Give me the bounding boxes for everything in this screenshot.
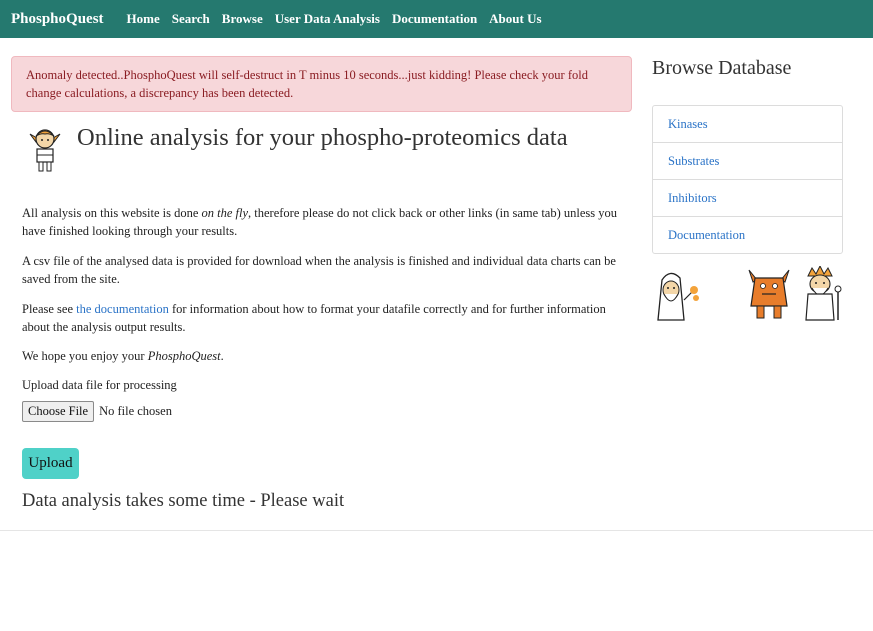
nav-user-data-analysis[interactable]: User Data Analysis	[275, 11, 380, 27]
csv-paragraph: A csv file of the analysed data is provi…	[22, 254, 616, 286]
anomaly-alert: Anomaly detected..PhosphoQuest will self…	[11, 56, 632, 112]
upload-button[interactable]: Upload	[22, 448, 79, 479]
sidebar-item-substrates[interactable]: Substrates	[653, 143, 842, 180]
intro-paragraph: All analysis on this website is done on …	[22, 204, 622, 240]
enjoy-text-b: .	[220, 349, 224, 363]
elf-character-icon	[29, 129, 61, 172]
file-status: No file chosen	[99, 404, 172, 418]
old-wizard-character-icon	[805, 266, 842, 321]
page-header: Online analysis for your phospho-proteom…	[27, 124, 597, 173]
sidebar-heading: Browse Database	[652, 57, 792, 79]
monster-character-icon	[748, 269, 790, 319]
page-title: Online analysis for your phospho-proteom…	[77, 124, 568, 151]
upload-label: Upload data file for processing	[22, 378, 177, 392]
nav-documentation[interactable]: Documentation	[392, 11, 477, 27]
wizard-character-icon	[657, 272, 699, 321]
brand-logo[interactable]: PhosphoQuest	[11, 11, 104, 28]
nav-search[interactable]: Search	[172, 11, 210, 27]
sidebar-item-kinases[interactable]: Kinases	[653, 106, 842, 143]
choose-file-button[interactable]: Choose File	[22, 401, 95, 422]
enjoy-paragraph: We hope you enjoy your PhosphoQuest.	[22, 347, 622, 365]
nav-browse[interactable]: Browse	[222, 11, 263, 27]
nav-home[interactable]: Home	[127, 11, 160, 27]
enjoy-text-a: We hope you enjoy your	[22, 349, 148, 363]
doc-text-a: Please see	[22, 302, 77, 316]
enjoy-text-emphasis: PhosphoQuest	[147, 349, 221, 363]
documentation-paragraph: Please see the documentation for informa…	[22, 300, 622, 336]
nav-about-us[interactable]: About Us	[489, 11, 541, 27]
intro-text-emphasis: on the fly	[201, 206, 249, 220]
sidebar-item-documentation[interactable]: Documentation	[653, 217, 842, 253]
footer-divider	[0, 530, 873, 531]
navbar: PhosphoQuest Home Search Browse User Dat…	[0, 0, 873, 38]
intro-text-a: All analysis on this website is done	[22, 206, 202, 220]
sidebar-item-inhibitors[interactable]: Inhibitors	[653, 180, 842, 217]
sidebar-list: Kinases Substrates Inhibitors Documentat…	[652, 105, 843, 254]
documentation-link[interactable]: the documentation	[76, 302, 169, 316]
file-input: Choose File No file chosen	[22, 401, 172, 422]
wait-message: Data analysis takes some time - Please w…	[22, 491, 345, 511]
